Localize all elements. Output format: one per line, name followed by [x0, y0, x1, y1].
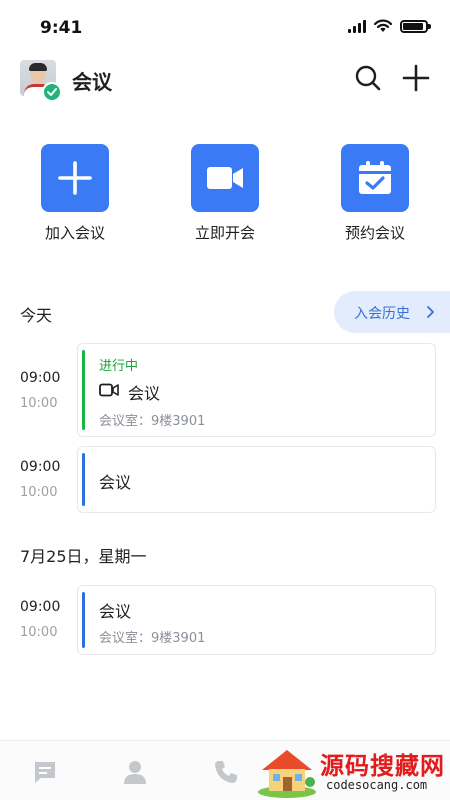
meeting-history-label: 入会历史 [354, 306, 410, 322]
join-meeting-label: 加入会议 [44, 224, 105, 242]
calendar-check-icon [359, 161, 391, 194]
wifi-icon [374, 19, 392, 32]
schedule-meeting-tile[interactable] [341, 144, 409, 212]
meeting-card[interactable]: 会议 [77, 446, 436, 513]
meeting-card[interactable]: 进行中 会议 会议室：9楼3901 [77, 343, 436, 437]
meeting-status: 进行中 [99, 359, 139, 374]
page-title: 会议 [72, 70, 112, 94]
meeting-title: 会议 [99, 473, 132, 492]
online-check-icon [42, 82, 62, 102]
status-bar: 9:41 [0, 0, 450, 56]
header: 会议 [0, 56, 450, 104]
cellular-signal-icon [348, 19, 366, 33]
nav-phone-icon[interactable] [213, 759, 239, 785]
status-time: 9:41 [40, 18, 83, 38]
house-logo-icon [258, 750, 316, 798]
add-icon[interactable] [402, 64, 430, 92]
meeting-start-time: 09:00 [20, 599, 61, 615]
plus-icon [58, 161, 92, 195]
meeting-end-time: 10:00 [20, 625, 58, 640]
video-icon [99, 383, 119, 397]
watermark-title: 源码搜藏网 [320, 752, 445, 780]
meeting-status-bar [82, 592, 85, 648]
meeting-card[interactable]: 会议 会议室：9楼3901 [77, 585, 436, 655]
meeting-end-time: 10:00 [20, 485, 58, 500]
battery-icon [400, 19, 431, 33]
meeting-status-bar [82, 453, 85, 506]
schedule-meeting-label: 预约会议 [344, 224, 405, 242]
join-meeting-tile[interactable] [41, 144, 109, 212]
nav-contacts-icon[interactable] [122, 759, 148, 785]
section-date: 7月25日，星期一 [20, 547, 147, 566]
meeting-end-time: 10:00 [20, 396, 58, 411]
watermark-url: codesocang.com [326, 778, 428, 792]
nav-messages-icon[interactable] [32, 759, 58, 785]
meeting-title: 会议 [99, 602, 132, 621]
meeting-start-time: 09:00 [20, 459, 61, 475]
search-icon[interactable] [354, 64, 382, 92]
quick-actions: 加入会议 立即开会 预约会议 [0, 144, 450, 254]
watermark: 源码搜藏网 codesocang.com [250, 742, 450, 800]
meeting-history-button[interactable]: 入会历史 [334, 291, 450, 333]
meeting-room: 会议室：9楼3901 [99, 414, 206, 429]
start-meeting-button[interactable]: 立即开会 [175, 144, 275, 243]
video-camera-icon [207, 167, 243, 189]
join-meeting-button[interactable]: 加入会议 [25, 144, 125, 243]
start-meeting-label: 立即开会 [194, 224, 255, 242]
status-icons [348, 19, 431, 33]
chevron-right-icon [427, 306, 434, 318]
start-meeting-tile[interactable] [191, 144, 259, 212]
schedule-meeting-button[interactable]: 预约会议 [325, 144, 425, 243]
meeting-title: 会议 [128, 384, 161, 403]
meeting-start-time: 09:00 [20, 370, 61, 386]
meeting-status-bar [82, 350, 85, 430]
section-today: 今天 [20, 306, 53, 325]
meeting-room: 会议室：9楼3901 [99, 631, 206, 646]
